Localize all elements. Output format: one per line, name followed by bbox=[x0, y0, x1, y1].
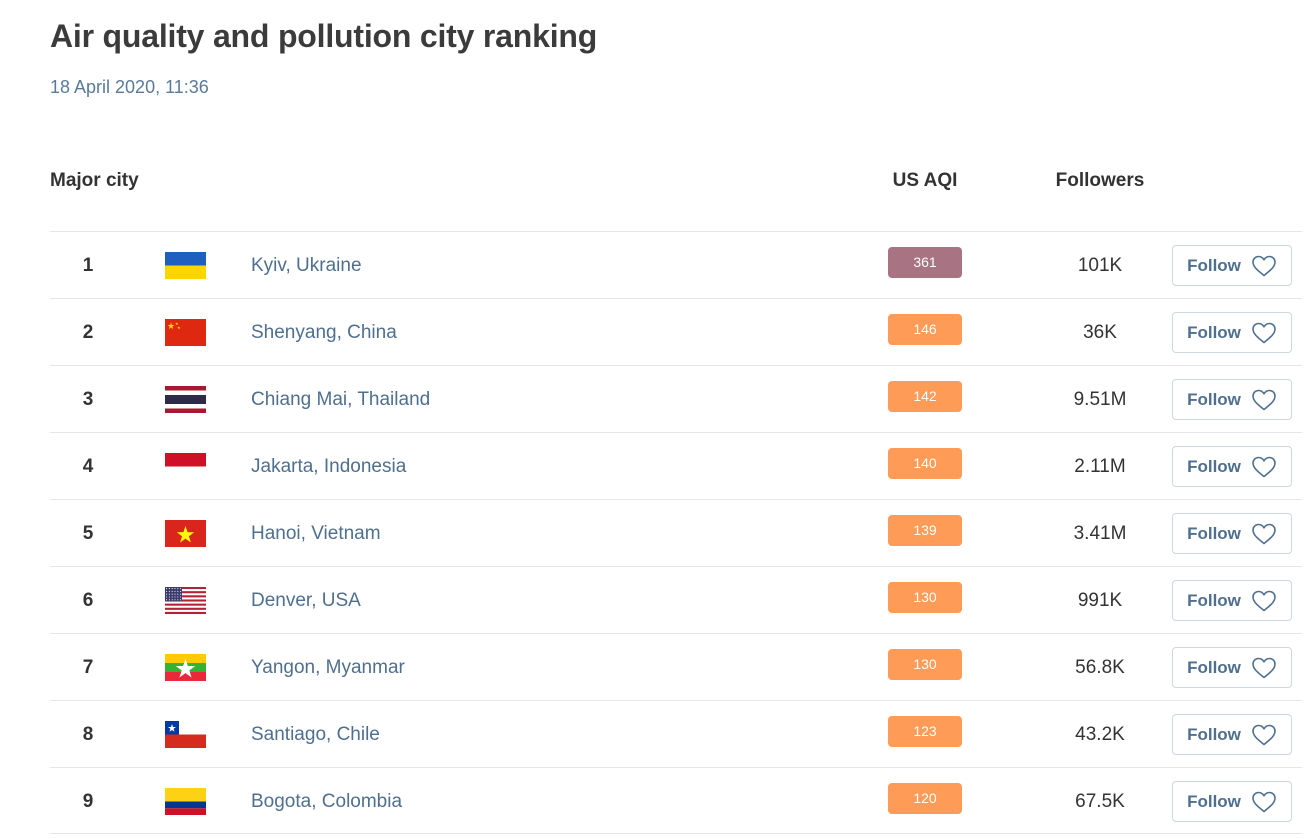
table-row: 7 Yangon, Myanmar 130 56.8K Follow bbox=[50, 633, 1302, 700]
table-row: 5 Hanoi, Vietnam 139 3.41M Follow bbox=[50, 499, 1302, 566]
city-link[interactable]: Chiang Mai, Thailand bbox=[251, 366, 430, 433]
colombia-flag-icon bbox=[165, 788, 206, 815]
table-header: Major city US AQI Followers bbox=[50, 170, 1302, 196]
followers-count: 36K bbox=[1083, 322, 1117, 343]
heart-icon bbox=[1251, 656, 1277, 680]
china-flag-icon: ★ ★ ★ bbox=[165, 319, 206, 346]
followers-count: 101K bbox=[1077, 255, 1123, 276]
aqi-badge: 130 bbox=[888, 582, 962, 613]
follow-label: Follow bbox=[1187, 791, 1241, 811]
table-row: 8 Santiago, Chile 123 43.2K Follow bbox=[50, 700, 1302, 767]
followers-count: 9.51M bbox=[1073, 389, 1127, 410]
followers-count: 991K bbox=[1077, 590, 1123, 611]
follow-button[interactable]: Follow bbox=[1172, 312, 1292, 353]
aqi-badge: 361 bbox=[888, 247, 962, 278]
aqi-badge: 140 bbox=[888, 448, 962, 479]
followers-count: 2.11M bbox=[1074, 456, 1126, 477]
rank-number: 3 bbox=[82, 389, 94, 410]
aqi-badge: 139 bbox=[888, 515, 962, 546]
rank-number: 5 bbox=[82, 523, 94, 544]
heart-icon bbox=[1251, 254, 1277, 278]
follow-label: Follow bbox=[1187, 322, 1241, 342]
city-link[interactable]: Bogota, Colombia bbox=[251, 768, 402, 835]
heart-icon bbox=[1251, 321, 1277, 345]
follow-button[interactable]: Follow bbox=[1172, 446, 1292, 487]
follow-label: Follow bbox=[1187, 590, 1241, 610]
city-link[interactable]: Santiago, Chile bbox=[251, 701, 380, 768]
table-row: 3 Chiang Mai, Thailand 142 9.51M Follow bbox=[50, 365, 1302, 432]
heart-icon bbox=[1251, 455, 1277, 479]
ranking-table: 1 Kyiv, Ukraine 361 101K Follow 2 ★ ★ ★ Shenyang,… bbox=[50, 231, 1302, 834]
followers-count: 67.5K bbox=[1075, 791, 1125, 812]
chile-flag-icon bbox=[165, 721, 206, 748]
header-followers[interactable]: Followers bbox=[1040, 170, 1160, 192]
aqi-badge: 146 bbox=[888, 314, 962, 345]
aqi-badge: 130 bbox=[888, 649, 962, 680]
city-link[interactable]: Yangon, Myanmar bbox=[251, 634, 405, 701]
usa-flag-icon bbox=[165, 587, 206, 614]
header-major-city[interactable]: Major city bbox=[50, 170, 139, 192]
heart-icon bbox=[1251, 589, 1277, 613]
follow-label: Follow bbox=[1187, 389, 1241, 409]
rank-number: 6 bbox=[82, 590, 94, 611]
follow-label: Follow bbox=[1187, 456, 1241, 476]
table-row: 4 Jakarta, Indonesia 140 2.11M Follow bbox=[50, 432, 1302, 499]
header-us-aqi[interactable]: US AQI bbox=[888, 170, 962, 192]
table-row: 2 ★ ★ ★ Shenyang, China 146 36K Follow bbox=[50, 298, 1302, 365]
city-link[interactable]: Kyiv, Ukraine bbox=[251, 232, 362, 299]
myanmar-flag-icon bbox=[165, 654, 206, 681]
followers-count: 56.8K bbox=[1075, 657, 1125, 678]
follow-button[interactable]: Follow bbox=[1172, 714, 1292, 755]
page-title: Air quality and pollution city ranking bbox=[50, 18, 598, 54]
follow-label: Follow bbox=[1187, 657, 1241, 677]
follow-button[interactable]: Follow bbox=[1172, 513, 1292, 554]
rank-number: 8 bbox=[82, 724, 94, 745]
update-timestamp: 18 April 2020, 11:36 bbox=[50, 77, 209, 97]
heart-icon bbox=[1251, 388, 1277, 412]
thailand-flag-icon bbox=[165, 386, 206, 413]
indonesia-flag-icon bbox=[165, 453, 206, 480]
aqi-badge: 120 bbox=[888, 783, 962, 814]
follow-button[interactable]: Follow bbox=[1172, 245, 1292, 286]
followers-count: 3.41M bbox=[1073, 523, 1127, 544]
heart-icon bbox=[1251, 790, 1277, 814]
aqi-badge: 123 bbox=[888, 716, 962, 747]
heart-icon bbox=[1251, 522, 1277, 546]
follow-button[interactable]: Follow bbox=[1172, 647, 1292, 688]
follow-button[interactable]: Follow bbox=[1172, 580, 1292, 621]
rank-number: 2 bbox=[82, 322, 94, 343]
aqi-badge: 142 bbox=[888, 381, 962, 412]
followers-count: 43.2K bbox=[1075, 724, 1125, 745]
ukraine-flag-icon bbox=[165, 252, 206, 279]
rank-number: 4 bbox=[82, 456, 94, 477]
svg-text:★: ★ bbox=[177, 325, 181, 330]
follow-button[interactable]: Follow bbox=[1172, 379, 1292, 420]
follow-label: Follow bbox=[1187, 255, 1241, 275]
rank-number: 1 bbox=[82, 255, 94, 276]
vietnam-flag-icon bbox=[165, 520, 206, 547]
rank-number: 9 bbox=[82, 791, 94, 812]
follow-button[interactable]: Follow bbox=[1172, 781, 1292, 822]
heart-icon bbox=[1251, 723, 1277, 747]
follow-label: Follow bbox=[1187, 523, 1241, 543]
city-link[interactable]: Denver, USA bbox=[251, 567, 361, 634]
table-row: 1 Kyiv, Ukraine 361 101K Follow bbox=[50, 231, 1302, 298]
city-link[interactable]: Hanoi, Vietnam bbox=[251, 500, 381, 567]
rank-number: 7 bbox=[82, 657, 94, 678]
table-row: 9 Bogota, Colombia 120 67.5K Follow bbox=[50, 767, 1302, 834]
follow-label: Follow bbox=[1187, 724, 1241, 744]
svg-text:★: ★ bbox=[167, 322, 175, 332]
table-row: 6 Denver, USA 130 991K Follow bbox=[50, 566, 1302, 633]
city-link[interactable]: Shenyang, China bbox=[251, 299, 397, 366]
city-link[interactable]: Jakarta, Indonesia bbox=[251, 433, 406, 500]
